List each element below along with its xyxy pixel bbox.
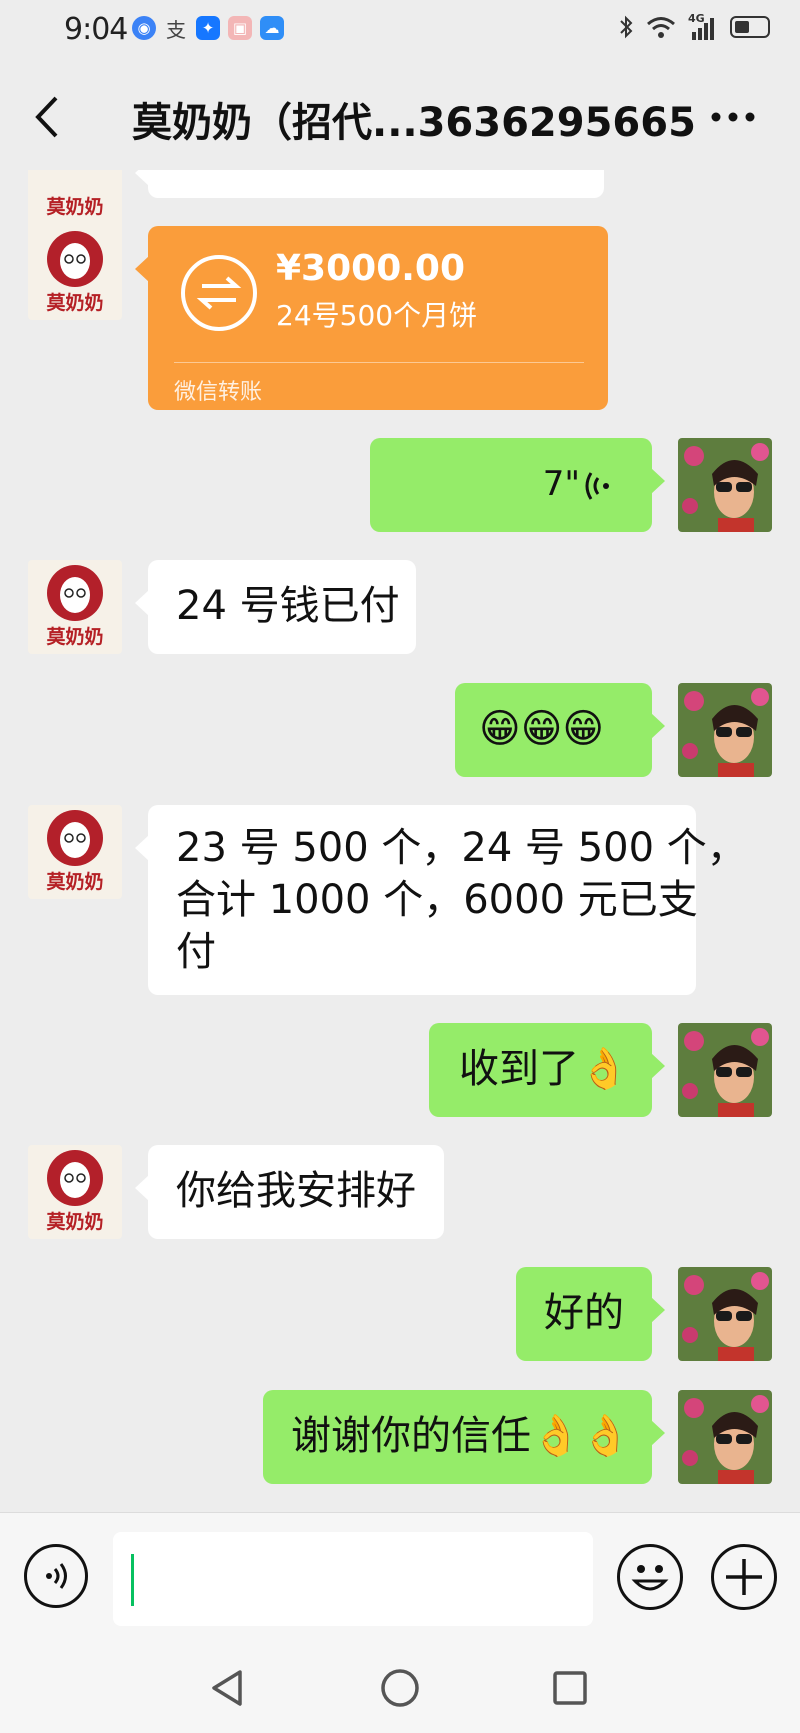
voice-icon <box>46 1563 67 1589</box>
nav-recents-button[interactable] <box>552 1670 588 1706</box>
contact-avatar[interactable]: 莫奶奶 <box>28 226 122 320</box>
bluetooth-icon <box>620 15 633 39</box>
message-input[interactable] <box>113 1532 593 1626</box>
transfer-divider <box>174 362 584 363</box>
voice-duration: 7" <box>542 464 580 504</box>
message-text: 好的 <box>544 1290 624 1336</box>
user-photo-icon <box>678 438 772 532</box>
voice-input-button[interactable] <box>24 1544 88 1608</box>
browser-icon: ◉ <box>132 16 156 40</box>
alipay-icon: 支 <box>166 17 186 42</box>
message-text: 24 号钱已付 <box>176 583 400 629</box>
transfer-note: 24号500个月饼 <box>276 299 478 332</box>
my-avatar[interactable] <box>678 438 772 532</box>
status-time: 9:04 <box>64 12 128 47</box>
my-avatar[interactable] <box>678 1267 772 1361</box>
message-text: 收到了👌 <box>459 1046 629 1092</box>
message-bubble-clipped[interactable] <box>135 170 604 198</box>
plus-icon <box>726 1559 762 1595</box>
contact-avatar[interactable]: 莫奶奶 <box>28 170 122 234</box>
message-line: 23 号 500 个，24 号 500 个， <box>176 825 747 871</box>
input-bar <box>0 1512 800 1638</box>
chat-header: 莫奶奶（招代...3636295665 <box>0 62 800 170</box>
transfer-amount: ¥3000.00 <box>276 248 466 289</box>
back-button[interactable] <box>30 92 70 142</box>
message-text: 谢谢你的信任👌👌 <box>291 1413 631 1459</box>
contact-avatar[interactable]: 莫奶奶 <box>28 560 122 654</box>
message-bubble[interactable]: 收到了👌 <box>429 1023 665 1117</box>
signal-icon: 4G <box>688 12 718 40</box>
message-line: 付 <box>176 929 216 975</box>
contact-avatar[interactable]: 莫奶奶 <box>28 1145 122 1239</box>
user-photo-icon <box>678 1267 772 1361</box>
message-bubble[interactable]: 谢谢你的信任👌👌 <box>263 1390 665 1484</box>
message-bubble[interactable]: 24 号钱已付 <box>135 560 416 654</box>
emoji-button[interactable] <box>617 1544 683 1610</box>
gift-box-icon: ▣ <box>228 16 252 40</box>
message-bubble[interactable]: 23 号 500 个，24 号 500 个， 合计 1000 个，6000 元已… <box>135 805 747 995</box>
smiley-icon <box>631 1565 669 1591</box>
message-text: 你给我安排好 <box>176 1168 416 1214</box>
my-avatar[interactable] <box>678 1023 772 1117</box>
my-avatar[interactable] <box>678 683 772 777</box>
status-indicators: 4G <box>618 12 770 40</box>
user-photo-icon <box>678 1023 772 1117</box>
battery-icon <box>730 16 770 38</box>
voice-wave-icon <box>585 472 609 500</box>
message-bubble[interactable]: 你给我安排好 <box>135 1145 444 1239</box>
add-button[interactable] <box>711 1544 777 1610</box>
message-line: 合计 1000 个，6000 元已支 <box>176 877 698 923</box>
text-cursor <box>131 1554 134 1606</box>
status-app-icons: ◉ 支 ✦ ▣ ☁ <box>132 16 284 42</box>
message-text: 😁😁😁 <box>479 706 605 752</box>
voice-message[interactable]: 7" <box>370 438 665 532</box>
message-bubble[interactable]: 😁😁😁 <box>455 683 665 777</box>
transfer-arrows-icon <box>181 255 257 331</box>
nav-back-button[interactable] <box>210 1668 246 1708</box>
more-button[interactable] <box>706 92 766 142</box>
wifi-icon <box>647 17 675 38</box>
system-nav-bar <box>0 1637 800 1733</box>
chat-title: 莫奶奶（招代...3636295665 <box>132 100 696 146</box>
weather-icon: ☁ <box>260 16 284 40</box>
message-bubble[interactable]: 好的 <box>516 1267 665 1361</box>
nav-home-button[interactable] <box>380 1668 420 1708</box>
more-dots-icon <box>711 112 755 122</box>
chat-messages[interactable]: 莫奶奶 莫奶奶 ¥3000.00 24号500个月饼 微信转账 7" 莫奶奶 2… <box>0 170 800 1512</box>
user-photo-icon <box>678 683 772 777</box>
lightbulb-icon: ✦ <box>196 16 220 40</box>
my-avatar[interactable] <box>678 1390 772 1484</box>
transfer-label: 微信转账 <box>174 380 263 405</box>
transfer-card[interactable]: ¥3000.00 24号500个月饼 微信转账 <box>135 226 608 410</box>
chevron-left-icon <box>35 96 58 138</box>
status-bar: 9:04 ◉ 支 ✦ ▣ ☁ 4G <box>0 0 800 62</box>
contact-avatar[interactable]: 莫奶奶 <box>28 805 122 899</box>
user-photo-icon <box>678 1390 772 1484</box>
